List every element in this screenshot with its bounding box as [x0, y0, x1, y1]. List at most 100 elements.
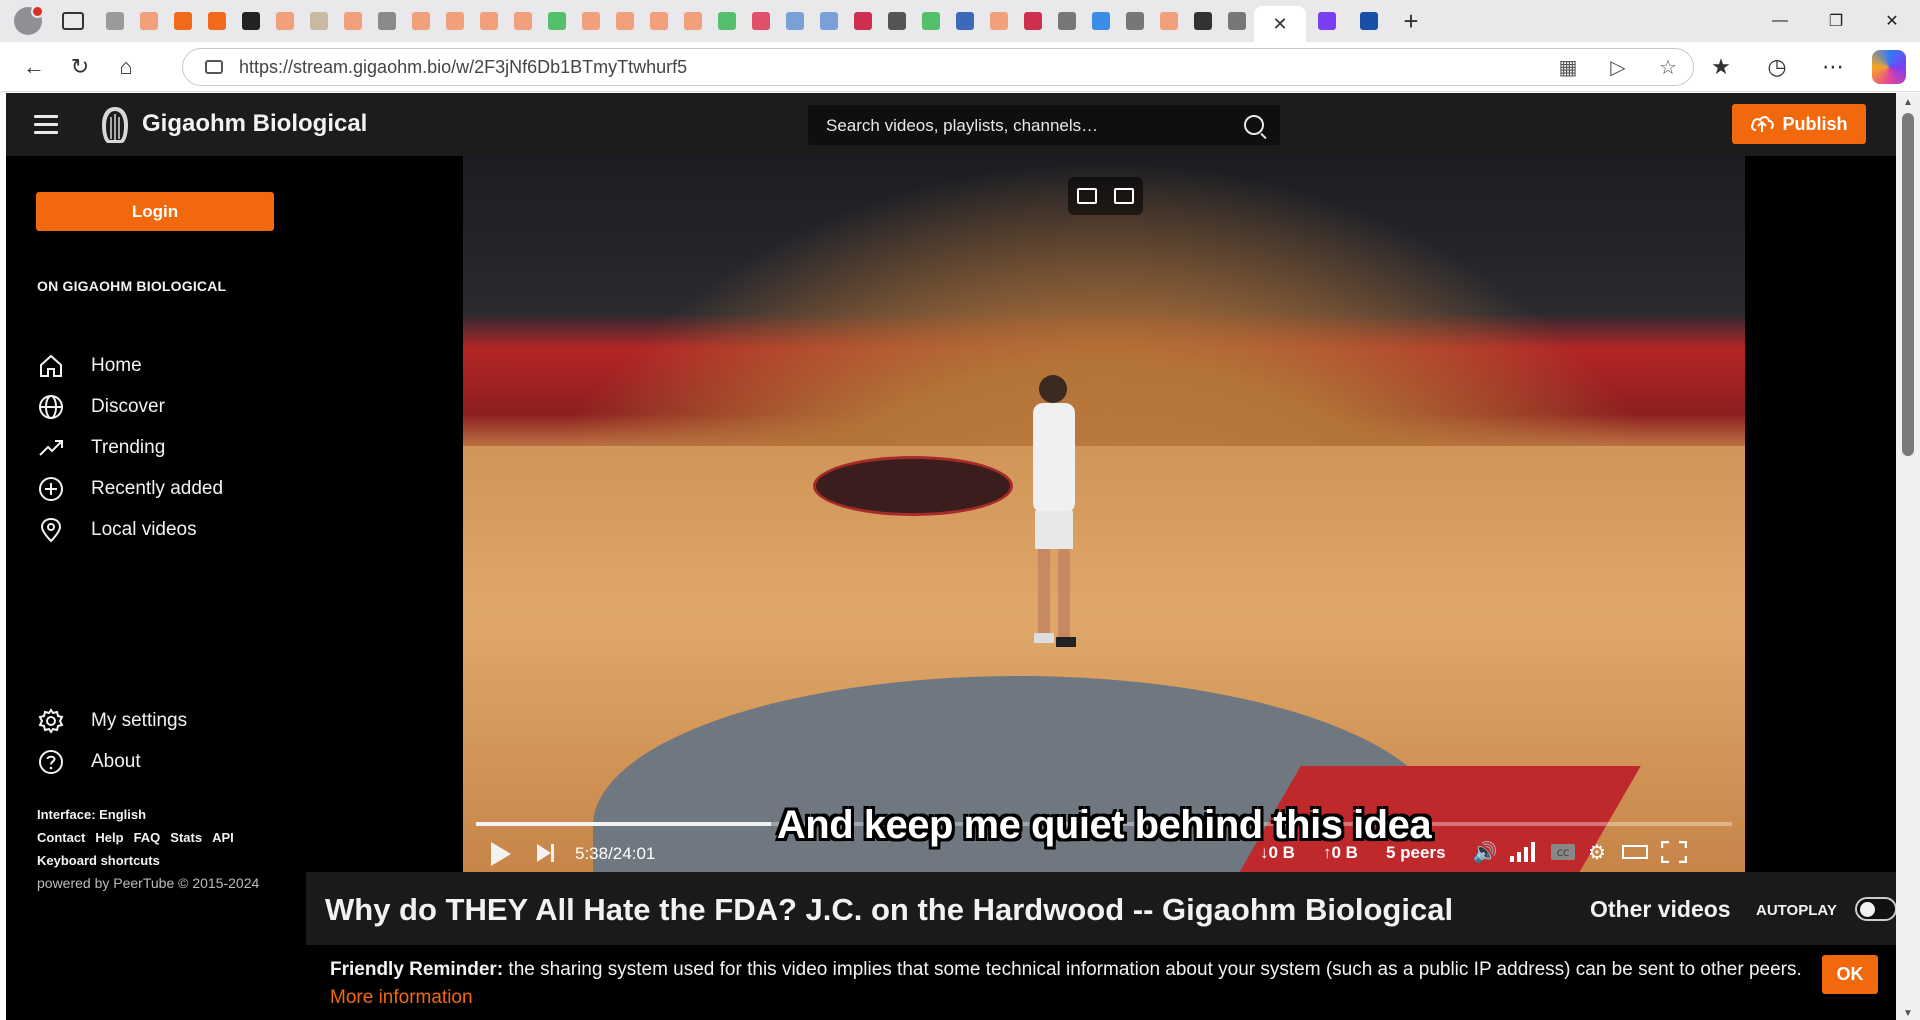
- tab[interactable]: [540, 0, 574, 42]
- more-information-link[interactable]: More information: [330, 987, 473, 1009]
- sidebar-item-local-videos[interactable]: Local videos: [37, 513, 197, 547]
- tab[interactable]: [166, 0, 200, 42]
- tab[interactable]: [404, 0, 438, 42]
- tab[interactable]: [234, 0, 268, 42]
- search-input[interactable]: Search videos, playlists, channels…: [826, 116, 1098, 136]
- tab[interactable]: [1306, 0, 1348, 42]
- tab[interactable]: [812, 0, 846, 42]
- site-info-icon[interactable]: [205, 60, 223, 74]
- settings-icon[interactable]: ⚙: [1583, 840, 1611, 864]
- keyboard-shortcuts-link[interactable]: Keyboard shortcuts: [37, 853, 160, 868]
- quality-bars-icon[interactable]: [1508, 840, 1536, 864]
- minimize-icon[interactable]: —: [1752, 0, 1808, 42]
- autoplay-toggle[interactable]: [1855, 897, 1896, 921]
- sidebar-item-home[interactable]: Home: [37, 349, 142, 383]
- tab[interactable]: [336, 0, 370, 42]
- sidebar-item-discover[interactable]: Discover: [37, 390, 165, 424]
- address-bar[interactable]: https://stream.gigaohm.bio/w/2F3jNf6Db1B…: [182, 48, 1694, 86]
- tab[interactable]: [642, 0, 676, 42]
- tab[interactable]: [438, 0, 472, 42]
- gigaohm-logo[interactable]: [96, 105, 134, 145]
- profile-avatar[interactable]: [14, 5, 44, 35]
- close-window-icon[interactable]: ✕: [1864, 0, 1920, 42]
- tab[interactable]: [574, 0, 608, 42]
- interface-language-link[interactable]: Interface: English: [37, 807, 146, 822]
- scroll-down-icon[interactable]: ▼: [1903, 1008, 1913, 1019]
- tab[interactable]: [744, 0, 778, 42]
- captions-icon[interactable]: CC: [1549, 840, 1577, 864]
- tab[interactable]: [676, 0, 710, 42]
- tab[interactable]: [1152, 0, 1186, 42]
- new-tab-button[interactable]: +: [1390, 0, 1432, 42]
- tab[interactable]: [268, 0, 302, 42]
- tab[interactable]: [506, 0, 540, 42]
- url-text[interactable]: https://stream.gigaohm.bio/w/2F3jNf6Db1B…: [239, 57, 687, 78]
- footer-link-contact[interactable]: Contact: [37, 830, 85, 845]
- video-player[interactable]: And keep me quiet behind this idea 5:38/…: [463, 156, 1745, 872]
- window-controls: — ❐ ✕: [1752, 0, 1920, 42]
- tab[interactable]: [370, 0, 404, 42]
- scrollbar-thumb[interactable]: [1902, 113, 1914, 456]
- tab[interactable]: [1084, 0, 1118, 42]
- tab[interactable]: [1186, 0, 1220, 42]
- tab[interactable]: [846, 0, 880, 42]
- next-video-icon[interactable]: [537, 844, 554, 862]
- footer-link-faq[interactable]: FAQ: [134, 830, 161, 845]
- tab-actions-icon[interactable]: [62, 12, 84, 30]
- home-browser-icon[interactable]: ⌂: [106, 47, 146, 87]
- refresh-icon[interactable]: ↻: [60, 47, 100, 87]
- tab[interactable]: [132, 0, 166, 42]
- theater-overlay-icon[interactable]: [1114, 188, 1135, 204]
- tab[interactable]: [472, 0, 506, 42]
- tab[interactable]: [880, 0, 914, 42]
- login-button[interactable]: Login: [36, 192, 274, 231]
- footer-link-help[interactable]: Help: [95, 830, 123, 845]
- scroll-up-icon[interactable]: ▲: [1903, 97, 1913, 108]
- brand-name[interactable]: Gigaohm Biological: [142, 110, 367, 138]
- sidebar-item-my-settings[interactable]: My settings: [37, 704, 187, 738]
- tab[interactable]: [1220, 0, 1254, 42]
- sidebar-item-trending[interactable]: Trending: [37, 431, 165, 465]
- menu-icon[interactable]: [34, 115, 58, 134]
- tab[interactable]: [710, 0, 744, 42]
- copilot-icon[interactable]: [1872, 50, 1906, 84]
- tab[interactable]: [1348, 0, 1390, 42]
- tab-favicon: [650, 12, 668, 30]
- close-tab-icon[interactable]: ✕: [1272, 14, 1287, 35]
- tab[interactable]: [98, 0, 132, 42]
- tab[interactable]: [302, 0, 336, 42]
- apps-icon[interactable]: ▦: [1557, 57, 1579, 79]
- sidebar-item-recently-added[interactable]: Recently added: [37, 472, 223, 506]
- favorite-star-icon[interactable]: ☆: [1657, 57, 1679, 79]
- volume-icon[interactable]: 🔊: [1471, 840, 1499, 864]
- footer-link-api[interactable]: API: [212, 830, 234, 845]
- more-menu-icon[interactable]: ⋯: [1816, 50, 1850, 84]
- tab[interactable]: [982, 0, 1016, 42]
- tab[interactable]: [914, 0, 948, 42]
- tab[interactable]: [1118, 0, 1152, 42]
- search-box[interactable]: Search videos, playlists, channels…: [808, 105, 1280, 145]
- favorites-icon[interactable]: ★: [1704, 50, 1738, 84]
- restore-icon[interactable]: ❐: [1808, 0, 1864, 42]
- theater-mode-icon[interactable]: [1621, 840, 1649, 864]
- fullscreen-icon[interactable]: [1660, 840, 1688, 864]
- back-icon[interactable]: ←: [14, 47, 54, 87]
- footer-link-stats[interactable]: Stats: [170, 830, 202, 845]
- tab[interactable]: [778, 0, 812, 42]
- tab[interactable]: [608, 0, 642, 42]
- read-aloud-icon[interactable]: ▷: [1607, 57, 1629, 79]
- play-icon[interactable]: [491, 842, 511, 866]
- tab[interactable]: [200, 0, 234, 42]
- tab[interactable]: [948, 0, 982, 42]
- tab[interactable]: [1050, 0, 1084, 42]
- history-icon[interactable]: ◷: [1760, 50, 1794, 84]
- powered-by-text[interactable]: powered by PeerTube © 2015-2024: [37, 875, 259, 891]
- sidebar-item-about[interactable]: About: [37, 745, 141, 779]
- publish-button[interactable]: Publish: [1732, 104, 1866, 144]
- tab[interactable]: [1016, 0, 1050, 42]
- page-scrollbar[interactable]: ▲ ▼: [1896, 93, 1920, 1020]
- pip-icon[interactable]: [1076, 188, 1097, 204]
- active-tab[interactable]: ✕: [1254, 6, 1306, 42]
- search-icon[interactable]: [1244, 115, 1264, 135]
- ok-button[interactable]: OK: [1822, 955, 1878, 994]
